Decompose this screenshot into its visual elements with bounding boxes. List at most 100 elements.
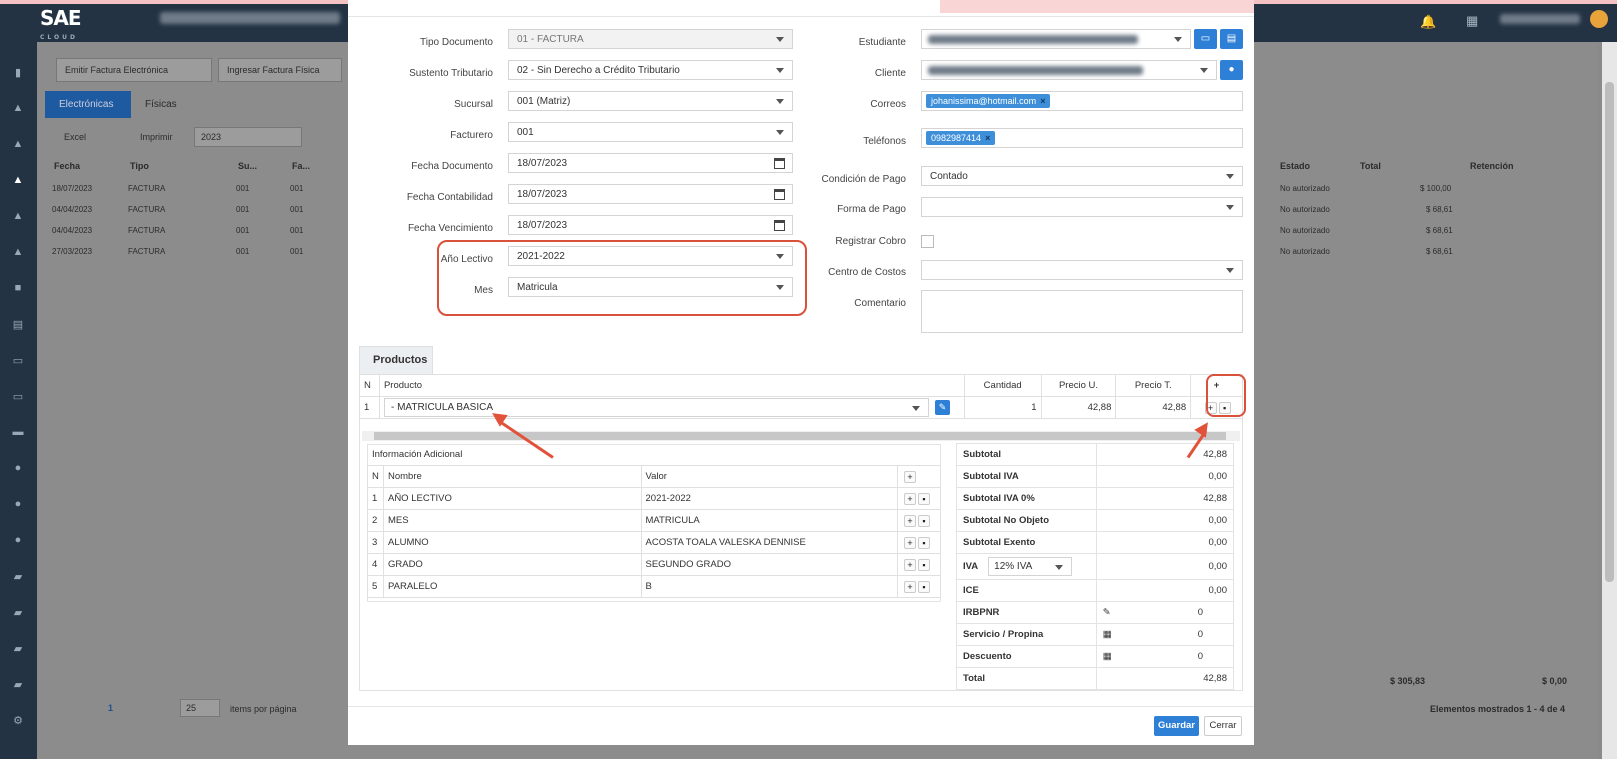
calendar-icon[interactable] xyxy=(774,158,785,169)
excel-button[interactable]: Excel xyxy=(64,132,86,142)
trash-icon[interactable]: ▪ xyxy=(918,514,931,527)
add-icon[interactable]: + xyxy=(904,492,917,505)
bell-icon[interactable]: 🔔 xyxy=(1420,14,1436,30)
close-icon[interactable]: × xyxy=(1040,96,1045,106)
sidebar-settings-icon[interactable]: ⚙ xyxy=(10,714,26,728)
save-button[interactable]: Guardar xyxy=(1154,716,1199,736)
sidebar-cap5-icon[interactable]: ▲ xyxy=(10,246,26,260)
info-row-valor[interactable]: B xyxy=(640,575,899,598)
tab-fisicas[interactable]: Físicas xyxy=(145,99,177,110)
sidebar-cap3-icon[interactable]: ▲ xyxy=(10,174,26,188)
sidebar-cap2-icon[interactable]: ▲ xyxy=(10,138,26,152)
email-chip[interactable]: johanissima@hotmail.com × xyxy=(926,94,1051,108)
sidebar-card-icon[interactable]: ▬ xyxy=(10,426,26,440)
sidebar-cap-icon[interactable]: ▲ xyxy=(10,102,26,116)
student-card-icon[interactable]: ▭ xyxy=(1194,29,1217,49)
info-row-nombre[interactable]: MES xyxy=(382,509,642,532)
sidebar-book3-icon[interactable]: ▰ xyxy=(10,642,26,656)
sidebar-cap4-icon[interactable]: ▲ xyxy=(10,210,26,224)
add-icon[interactable]: + xyxy=(904,470,917,483)
forma-pago-select[interactable] xyxy=(921,197,1243,217)
fecha-contabilidad-input[interactable]: 18/07/2023 xyxy=(508,184,793,204)
pager-page[interactable]: 1 xyxy=(108,703,113,713)
calculator-icon[interactable]: ▦ xyxy=(1103,651,1112,662)
fecha-documento-input[interactable]: 18/07/2023 xyxy=(508,153,793,173)
col-total[interactable]: Total xyxy=(1360,161,1381,171)
col-estado[interactable]: Estado xyxy=(1280,161,1310,171)
tab-productos[interactable]: Productos xyxy=(359,346,433,374)
add-icon[interactable]: + xyxy=(904,514,917,527)
col-su[interactable]: Su... xyxy=(238,161,257,171)
user-icon[interactable]: ● xyxy=(1220,60,1243,80)
sidebar-users3-icon[interactable]: ● xyxy=(10,534,26,548)
mes-select[interactable]: Matricula xyxy=(508,277,793,297)
irbpnr-value[interactable]: 0 xyxy=(1198,607,1203,618)
info-row-nombre[interactable]: AÑO LECTIVO xyxy=(382,487,642,510)
comentario-textarea[interactable] xyxy=(921,290,1243,333)
product-row-precio-u[interactable]: 42,88 xyxy=(1040,396,1117,419)
iva-select[interactable]: 12% IVA xyxy=(988,557,1073,576)
fecha-vencimiento-input[interactable]: 18/07/2023 xyxy=(508,215,793,235)
sidebar-book2-icon[interactable]: ▰ xyxy=(10,606,26,620)
info-row-valor[interactable]: SEGUNDO GRADO xyxy=(640,553,899,576)
sidebar-users2-icon[interactable]: ● xyxy=(10,498,26,512)
condicion-pago-select[interactable]: Contado xyxy=(921,166,1243,186)
trash-icon[interactable]: ▪ xyxy=(918,558,931,571)
add-icon[interactable]: + xyxy=(904,558,917,571)
pager-size-select[interactable]: 25 xyxy=(180,699,220,717)
sidebar-truck-icon[interactable]: ■ xyxy=(10,282,26,296)
sustento-tributario-select[interactable]: 02 - Sin Derecho a Crédito Tributario xyxy=(508,60,793,80)
year-select[interactable]: 2023 xyxy=(194,127,302,147)
add-icon[interactable]: + xyxy=(904,580,917,593)
sidebar-folder-icon[interactable]: ▭ xyxy=(10,354,26,368)
phone-chip[interactable]: 0982987414 × xyxy=(926,131,996,145)
calculator-icon[interactable]: ▦ xyxy=(1103,629,1112,640)
telefonos-input[interactable]: 0982987414 × xyxy=(921,128,1243,148)
close-icon[interactable]: × xyxy=(985,133,990,143)
apps-grid-icon[interactable]: ▦ xyxy=(1466,13,1478,29)
print-button[interactable]: Imprimir xyxy=(140,132,173,142)
product-select[interactable]: - MATRICULA BASICA xyxy=(383,398,929,417)
registrar-cobro-checkbox[interactable] xyxy=(921,235,934,248)
trash-icon[interactable]: ▪ xyxy=(918,580,931,593)
avatar[interactable] xyxy=(1590,10,1608,28)
emit-invoice-button[interactable]: Emitir Factura Electrónica xyxy=(56,58,212,82)
trash-icon[interactable]: ▪ xyxy=(918,492,931,505)
facturero-select[interactable]: 001 xyxy=(508,122,793,142)
hscrollbar-thumb[interactable] xyxy=(374,432,1226,440)
info-row-valor[interactable]: MATRICULA xyxy=(640,509,899,532)
sidebar-book4-icon[interactable]: ▰ xyxy=(10,678,26,692)
col-retencion[interactable]: Retención xyxy=(1470,161,1514,171)
sidebar-users-icon[interactable]: ● xyxy=(10,462,26,476)
sidebar-building-icon[interactable]: ▮ xyxy=(10,66,26,80)
add-icon[interactable]: + xyxy=(904,536,917,549)
ano-lectivo-select[interactable]: 2021-2022 xyxy=(508,246,793,266)
info-row-valor[interactable]: 2021-2022 xyxy=(640,487,899,510)
servicio-value[interactable]: 0 xyxy=(1198,629,1203,640)
col-tipo[interactable]: Tipo xyxy=(130,161,149,171)
info-row-nombre[interactable]: PARALELO xyxy=(382,575,642,598)
sidebar-bank-icon[interactable]: ▤ xyxy=(10,318,26,332)
app-logo[interactable]: SAE CLOUD xyxy=(40,8,92,41)
col-fecha[interactable]: Fecha xyxy=(54,161,80,171)
edit-icon[interactable]: ✎ xyxy=(934,400,950,415)
centro-costos-select[interactable] xyxy=(921,260,1243,280)
info-row-nombre[interactable]: GRADO xyxy=(382,553,642,576)
sidebar-folder2-icon[interactable]: ▭ xyxy=(10,390,26,404)
calendar-icon[interactable] xyxy=(774,220,785,231)
tab-electronicas[interactable]: Electrónicas xyxy=(45,91,131,118)
close-button[interactable]: Cerrar xyxy=(1204,716,1242,736)
student-list-icon[interactable]: ▤ xyxy=(1220,29,1243,49)
sidebar-book-icon[interactable]: ▰ xyxy=(10,570,26,584)
info-row-valor[interactable]: ACOSTA TOALA VALESKA DENNISE xyxy=(640,531,899,554)
trash-icon[interactable]: ▪ xyxy=(918,536,931,549)
product-row-cantidad[interactable]: 1 xyxy=(963,396,1042,419)
col-fa[interactable]: Fa... xyxy=(292,161,310,171)
physical-invoice-button[interactable]: Ingresar Factura Física xyxy=(218,58,342,82)
descuento-value[interactable]: 0 xyxy=(1198,651,1203,662)
calendar-icon[interactable] xyxy=(774,189,785,200)
page-scrollbar[interactable] xyxy=(1602,42,1617,759)
info-row-nombre[interactable]: ALUMNO xyxy=(382,531,642,554)
correos-input[interactable]: johanissima@hotmail.com × xyxy=(921,91,1243,111)
pencil-icon[interactable]: ✎ xyxy=(1103,607,1111,618)
